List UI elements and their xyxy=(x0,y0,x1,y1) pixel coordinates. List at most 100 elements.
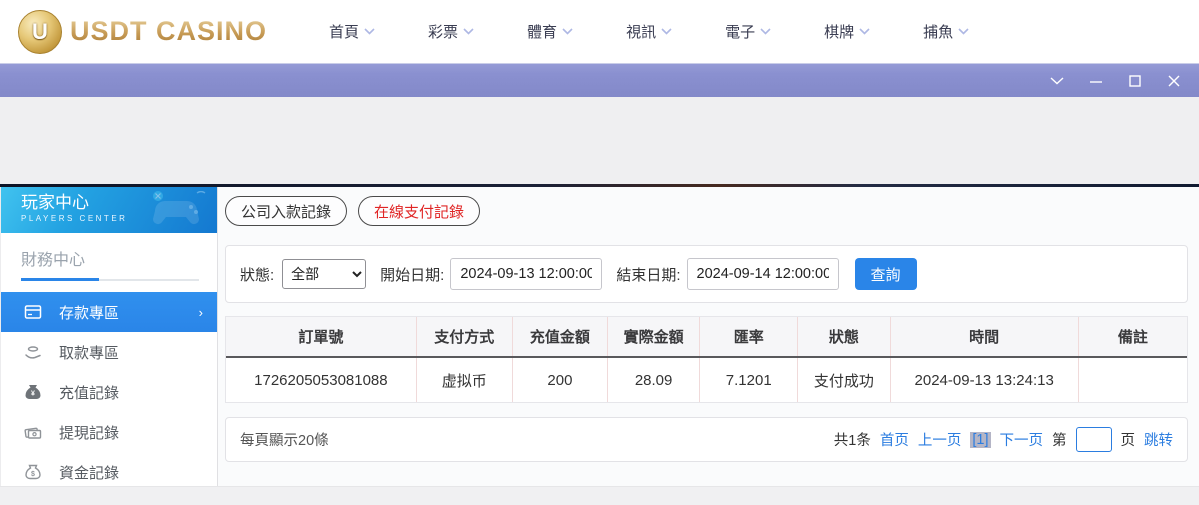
end-date-label: 結束日期: xyxy=(616,266,681,284)
sidebar-item-withdrawal-records[interactable]: 提現記錄 xyxy=(1,412,217,452)
chevron-down-icon xyxy=(562,28,573,35)
chevron-down-icon xyxy=(364,28,375,35)
sidebar-item-label: 存款專區 xyxy=(59,304,120,322)
top-header: U USDT CASINO 首頁 彩票 體育 視訊 電子 棋牌 捕魚 xyxy=(0,0,1199,63)
close-icon[interactable] xyxy=(1166,73,1181,88)
sidebar-item-label: 充值記錄 xyxy=(59,384,120,402)
withdraw-hand-icon xyxy=(23,343,43,361)
sidebar-item-withdraw[interactable]: 取款專區 xyxy=(1,332,217,372)
cell-time: 2024-09-13 13:24:13 xyxy=(890,357,1079,402)
sidebar-item-deposit[interactable]: 存款專區 › xyxy=(1,292,217,332)
recharge-bag-icon: ¥ xyxy=(23,383,43,401)
cell-payment-method: 虚拟币 xyxy=(416,357,513,402)
nav-label: 彩票 xyxy=(428,24,459,41)
app-window: U USDT CASINO 首頁 彩票 體育 視訊 電子 棋牌 捕魚 玩家中心 … xyxy=(0,0,1199,505)
table-header-row: 訂單號 支付方式 充值金額 實際金額 匯率 狀態 時間 備註 xyxy=(226,317,1187,358)
logo-letter: U xyxy=(32,18,48,44)
status-select[interactable]: 全部 xyxy=(282,259,367,289)
prev-page-link[interactable]: 上一页 xyxy=(918,429,962,450)
sidebar-header: 玩家中心 PLAYERS CENTER xyxy=(1,187,217,233)
sidebar-item-label: 取款專區 xyxy=(59,344,120,362)
maximize-icon[interactable] xyxy=(1127,73,1142,88)
jump-suffix-label: 页 xyxy=(1120,433,1136,449)
col-payment-method: 支付方式 xyxy=(416,317,513,358)
banner-area xyxy=(0,97,1199,184)
chevron-down-icon xyxy=(661,28,672,35)
jump-button[interactable]: 跳转 xyxy=(1144,429,1173,450)
current-page-indicator: [1] xyxy=(970,431,991,448)
gamepad-icon xyxy=(153,191,206,224)
col-actual-amount: 實際金額 xyxy=(607,317,701,358)
page-number-input[interactable] xyxy=(1075,427,1112,452)
sidebar-item-recharge-records[interactable]: ¥ 充值記錄 xyxy=(1,372,217,412)
col-time: 時間 xyxy=(890,317,1079,358)
main-nav: 首頁 彩票 體育 視訊 電子 棋牌 捕魚 xyxy=(329,21,969,42)
nav-item-sports[interactable]: 體育 xyxy=(527,21,573,42)
bottom-strip xyxy=(0,486,1199,505)
svg-text:¥: ¥ xyxy=(31,391,35,398)
nav-item-live[interactable]: 視訊 xyxy=(626,21,672,42)
sidebar-section-label: 財務中心 xyxy=(21,252,86,269)
chevron-down-icon xyxy=(760,28,771,35)
cell-status: 支付成功 xyxy=(797,357,891,402)
deposit-card-icon xyxy=(23,303,43,321)
record-tabs: 公司入款記錄 在線支付記錄 xyxy=(225,196,1188,226)
cell-remark xyxy=(1078,357,1187,402)
nav-item-slots[interactable]: 電子 xyxy=(725,21,771,42)
window-control-bar xyxy=(0,63,1199,97)
nav-label: 視訊 xyxy=(626,24,657,41)
nav-item-fishing[interactable]: 捕魚 xyxy=(923,21,969,42)
sidebar-menu: 存款專區 › 取款專區 ¥ 充值記錄 提現記錄 $ 資金記錄 xyxy=(1,292,217,492)
nav-label: 棋牌 xyxy=(824,24,855,41)
nav-label: 電子 xyxy=(725,24,756,41)
chevron-right-icon: › xyxy=(198,304,203,320)
table-row: 1726205053081088 虚拟币 200 28.09 7.1201 支付… xyxy=(226,357,1187,402)
logo-coin-icon: U xyxy=(18,9,62,54)
brand-logo[interactable]: U USDT CASINO xyxy=(18,9,268,54)
jump-prefix-label: 第 xyxy=(1052,433,1067,449)
brand-name: USDT CASINO xyxy=(70,16,268,46)
pager-controls: 共1条 首页 上一页 [1] 下一页 第 页 跳转 xyxy=(834,427,1173,452)
tab-online-payment-records[interactable]: 在線支付記錄 xyxy=(358,196,481,226)
col-recharge-amount: 充值金額 xyxy=(512,317,608,358)
sidebar-item-label: 提現記錄 xyxy=(59,424,120,442)
status-label: 狀態: xyxy=(240,266,275,284)
col-exchange-rate: 匯率 xyxy=(699,317,799,358)
col-status: 狀態 xyxy=(797,317,891,358)
pagination-bar: 每頁顯示20條 共1条 首页 上一页 [1] 下一页 第 页 跳转 xyxy=(225,417,1188,462)
nav-item-lottery[interactable]: 彩票 xyxy=(428,21,474,42)
tab-company-deposit-records[interactable]: 公司入款記錄 xyxy=(225,196,348,226)
cell-actual-amount: 28.09 xyxy=(607,357,701,402)
minimize-icon[interactable] xyxy=(1088,73,1103,88)
funds-bag-icon: $ xyxy=(23,463,43,481)
start-date-input[interactable] xyxy=(450,258,603,290)
content-area: 玩家中心 PLAYERS CENTER 財務中心 存款專區 › 取款專區 ¥ 充… xyxy=(0,187,1199,505)
start-date-label: 開始日期: xyxy=(380,266,445,284)
first-page-link[interactable]: 首页 xyxy=(880,429,909,450)
cell-recharge-amount: 200 xyxy=(512,357,608,402)
col-remark: 備註 xyxy=(1078,317,1187,358)
nav-label: 體育 xyxy=(527,24,558,41)
cell-exchange-rate: 7.1201 xyxy=(699,357,799,402)
cell-order-number: 1726205053081088 xyxy=(226,357,417,402)
section-underline xyxy=(21,278,199,281)
chevron-down-icon xyxy=(859,28,870,35)
nav-label: 首頁 xyxy=(329,24,360,41)
main-panel: 公司入款記錄 在線支付記錄 狀態: 全部 開始日期: 結束日期: 查詢 xyxy=(218,187,1199,486)
chevron-down-icon xyxy=(958,28,969,35)
nav-item-home[interactable]: 首頁 xyxy=(329,21,375,42)
total-count-text: 共1条 xyxy=(833,433,871,449)
svg-text:$: $ xyxy=(31,471,35,478)
col-order-number: 訂單號 xyxy=(226,317,417,358)
page-size-text: 每頁顯示20條 xyxy=(240,433,329,449)
records-table: 訂單號 支付方式 充值金額 實際金額 匯率 狀態 時間 備註 172620505… xyxy=(225,316,1188,403)
next-page-link[interactable]: 下一页 xyxy=(1000,429,1044,450)
withdrawal-notes-icon xyxy=(23,423,43,441)
collapse-chevron-icon[interactable] xyxy=(1049,73,1064,88)
search-button[interactable]: 查詢 xyxy=(854,258,917,290)
nav-label: 捕魚 xyxy=(923,24,954,41)
filter-bar: 狀態: 全部 開始日期: 結束日期: 查詢 xyxy=(225,245,1188,303)
sidebar-item-label: 資金記錄 xyxy=(59,464,120,482)
end-date-input[interactable] xyxy=(686,258,839,290)
nav-item-cards[interactable]: 棋牌 xyxy=(824,21,870,42)
